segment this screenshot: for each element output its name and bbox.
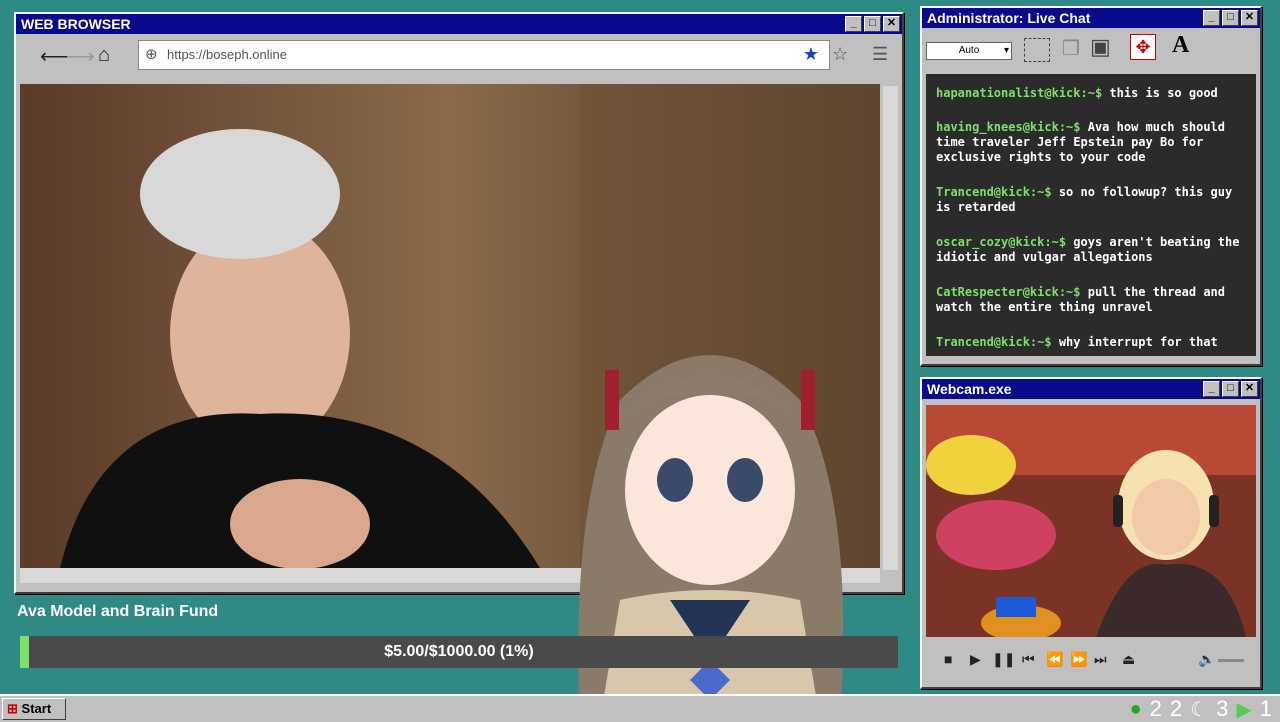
start-label: Start [21,701,52,716]
stop-icon[interactable]: ■ [944,651,952,667]
volume-slider[interactable] [1218,659,1244,662]
globe-icon: ⊕ [145,46,158,63]
windows-logo-icon: ⊞ [7,701,18,716]
minimize-button[interactable]: _ [845,16,862,32]
skip-forward-icon[interactable]: ⏭ [1094,651,1107,668]
font-icon[interactable]: A [1172,32,1189,59]
chat-message: CatRespecter@kick:~$ pull the thread and… [936,285,1241,315]
moon-icon[interactable]: ☾ [1190,697,1208,722]
close-button[interactable]: ✕ [883,16,900,32]
paste-icon[interactable]: ▣ [1090,34,1111,60]
favorites-star-icon[interactable]: ☆ [832,44,848,65]
close-button[interactable]: ✕ [1241,381,1258,397]
webcam-window: Webcam.exe _ □ ✕ ■ ▶ ❚❚ ⏮ ⏪ ⏩ ⏭ ⏏ 🔈 [920,377,1262,689]
minimize-button[interactable]: _ [1203,10,1220,26]
chat-titlebar[interactable]: Administrator: Live Chat _ □ ✕ [922,8,1260,28]
fund-label: Ava Model and Brain Fund [17,603,219,620]
font-select[interactable]: Auto ▾ [926,42,1012,60]
start-button[interactable]: ⊞ Start [2,698,66,720]
address-bar[interactable]: ⊕ https://boseph.online ★ [138,40,830,70]
play-icon[interactable]: ▶ [970,651,981,668]
browser-navbar: ⟵ ⟶ ⌂ ⊕ https://boseph.online ★ ☆ ☰ [16,34,902,74]
rewind-icon[interactable]: ⏪ [1046,651,1063,668]
chat-username[interactable]: hapanationalist@kick:~$ [936,86,1102,100]
chat-text: why interrupt for that [1051,335,1218,349]
chat-text: this is so good [1102,86,1218,100]
chat-message: Trancend@kick:~$ why interrupt for that [936,335,1241,350]
vertical-scrollbar[interactable] [883,86,898,570]
chat-toolbar: Auto ▾ ❐ ▣ ✥ A [922,28,1260,74]
chat-username[interactable]: CatRespecter@kick:~$ [936,285,1081,299]
url-text: https://boseph.online [167,47,287,62]
bookmark-star-icon[interactable]: ★ [803,40,819,68]
chat-username[interactable]: Trancend@kick:~$ [936,185,1052,199]
chat-window: Administrator: Live Chat _ □ ✕ Auto ▾ ❐ … [920,6,1262,366]
tray-count-4: 1 [1259,696,1272,721]
chat-username[interactable]: Trancend@kick:~$ [936,335,1052,349]
chat-message: oscar_cozy@kick:~$ goys aren't beating t… [936,235,1241,265]
minimize-button[interactable]: _ [1203,381,1220,397]
volume-icon[interactable]: 🔈 [1198,651,1215,668]
move-icon[interactable]: ✥ [1130,34,1156,60]
chat-message: having_knees@kick:~$ Ava how much should… [936,120,1241,165]
chat-username[interactable]: oscar_cozy@kick:~$ [936,235,1066,249]
fund-progress-fill [20,636,29,668]
taskbar: ⊞ Start ● 2 2 ☾ 3 ▶ 1 [0,694,1280,722]
webcam-image [926,405,1256,637]
maximize-button[interactable]: □ [864,16,881,32]
chat-message: Trancend@kick:~$ so no followup? this gu… [936,185,1241,215]
menu-icon[interactable]: ☰ [872,44,888,65]
fast-forward-icon[interactable]: ⏩ [1070,651,1087,668]
tray-count-3: 3 [1216,696,1229,721]
browser-title: WEB BROWSER [21,16,131,32]
webcam-title: Webcam.exe [927,381,1012,397]
tray-count-2: 2 [1169,696,1183,721]
chat-title: Administrator: Live Chat [927,10,1091,26]
tray-count-1: 2 [1149,696,1162,721]
chat-username[interactable]: having_knees@kick:~$ [936,120,1081,134]
webcam-titlebar[interactable]: Webcam.exe _ □ ✕ [922,379,1260,399]
play-circle-icon[interactable]: ▶ [1236,697,1251,722]
webcam-feed [926,405,1256,637]
system-tray: ● 2 2 ☾ 3 ▶ 1 [1130,696,1272,722]
back-arrow-icon[interactable]: ⟵ [40,44,69,69]
fund-progress-bar: $5.00/$1000.00 (1%) [20,636,898,668]
select-icon[interactable] [1024,38,1050,62]
eject-icon[interactable]: ⏏ [1122,651,1135,668]
media-controls: ■ ▶ ❚❚ ⏮ ⏪ ⏩ ⏭ ⏏ 🔈 [926,645,1256,675]
browser-titlebar[interactable]: WEB BROWSER _ □ ✕ [16,14,902,34]
chat-message: hapanationalist@kick:~$ this is so good [936,86,1241,101]
kick-icon[interactable]: ● [1130,698,1142,721]
chevron-down-icon: ▾ [1003,45,1009,56]
font-select-value: Auto [958,45,980,56]
forward-arrow-icon[interactable]: ⟶ [66,44,95,69]
chat-log[interactable]: hapanationalist@kick:~$ this is so good h… [926,74,1256,356]
copy-icon[interactable]: ❐ [1062,36,1080,61]
close-button[interactable]: ✕ [1241,10,1258,26]
fund-amount: $5.00/$1000.00 (1%) [384,643,534,660]
home-icon[interactable]: ⌂ [98,44,110,67]
maximize-button[interactable]: □ [1222,381,1239,397]
maximize-button[interactable]: □ [1222,10,1239,26]
skip-back-icon[interactable]: ⏮ [1022,651,1035,668]
pause-icon[interactable]: ❚❚ [992,651,1015,668]
